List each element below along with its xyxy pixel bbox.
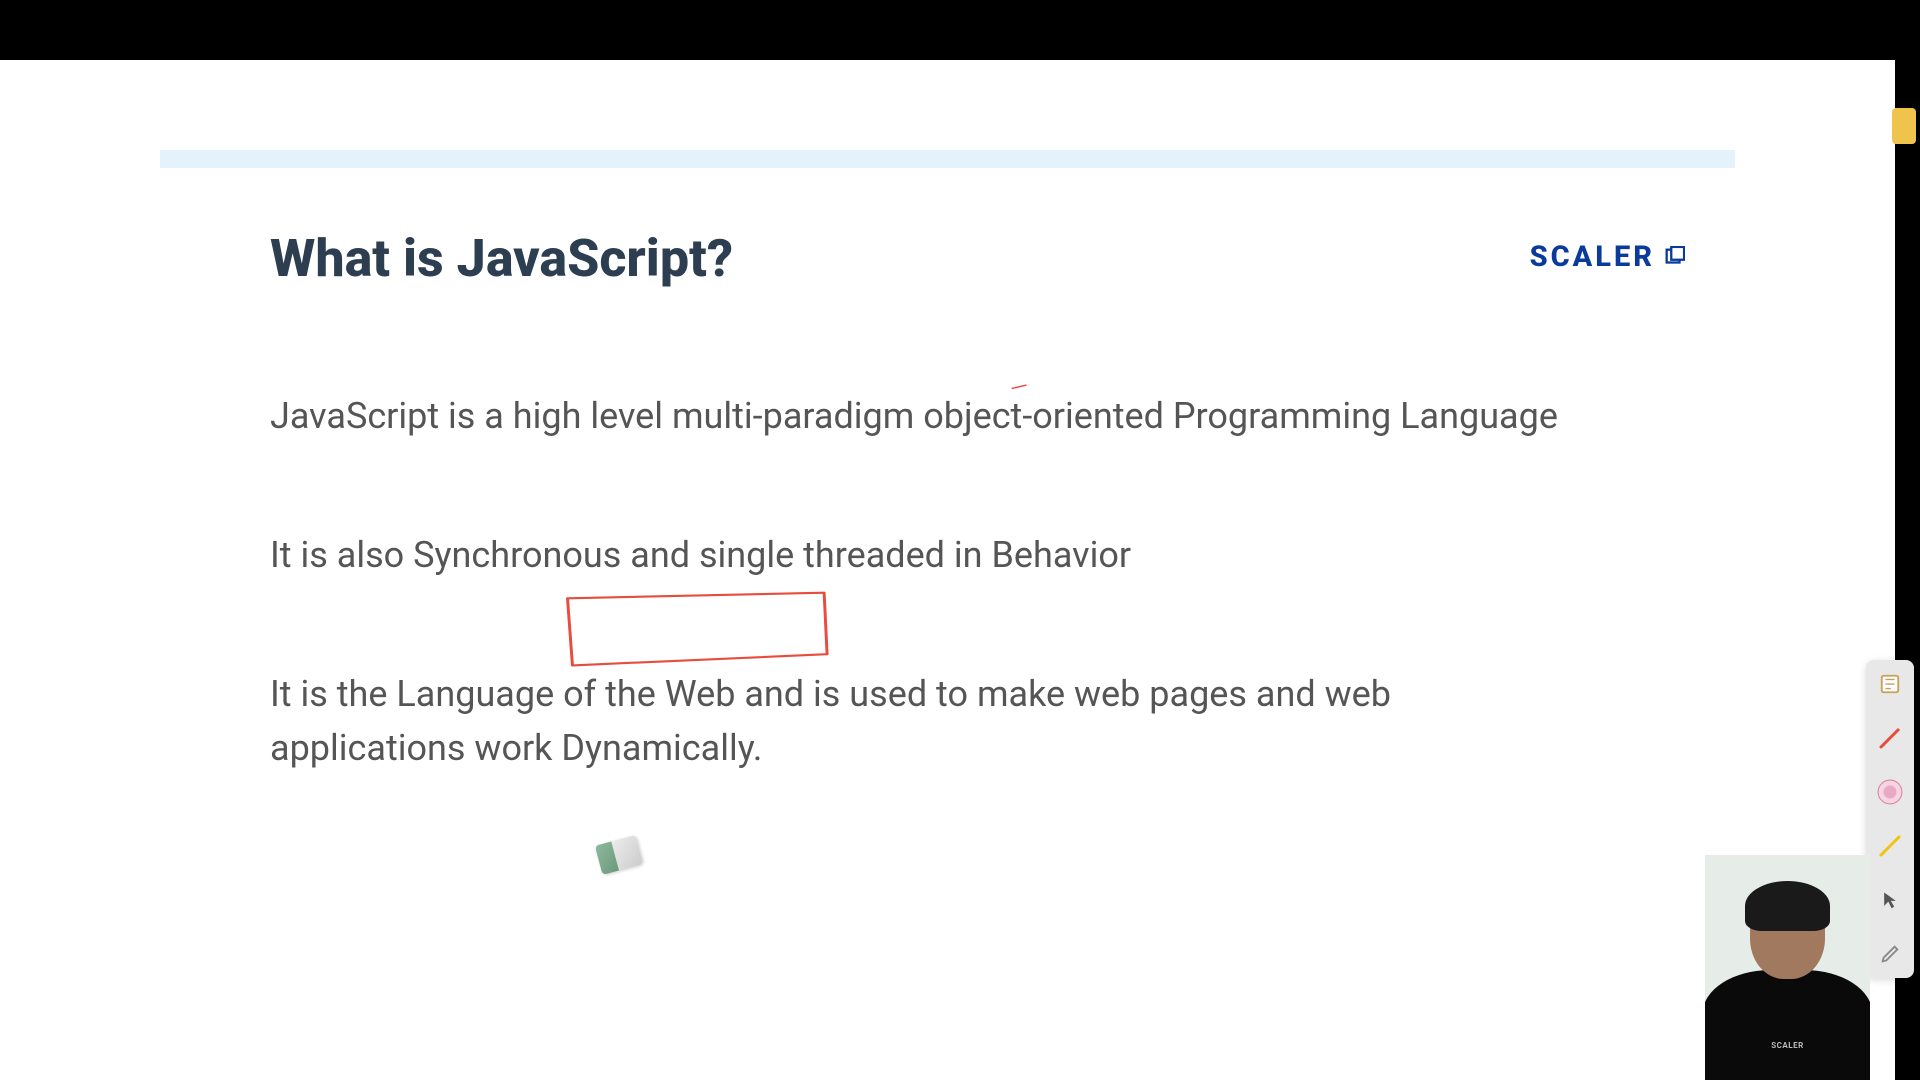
slide: SCALER What is JavaScript? JavaScript is…	[0, 60, 1895, 815]
slide-paragraph-2: It is also Synchronous and single thread…	[160, 528, 1735, 582]
yellow-pen-tool-button[interactable]	[1874, 830, 1906, 862]
brand-name: SCALER	[1530, 240, 1655, 274]
presenter-webcam: SCALER	[1705, 855, 1870, 1080]
slide-paragraph-1: JavaScript is a high level multi-paradig…	[160, 389, 1735, 443]
cursor-tool-button[interactable]	[1874, 884, 1906, 916]
pencil-tool-button[interactable]	[1874, 938, 1906, 970]
eraser-cursor-icon	[595, 835, 643, 875]
toolbar-collapse-button[interactable]	[1892, 108, 1916, 144]
accent-bar	[160, 150, 1735, 168]
slide-title: What is JavaScript?	[160, 228, 1735, 289]
eraser-tool-button[interactable]	[1874, 776, 1906, 808]
brand-icon	[1663, 246, 1685, 268]
select-tool-button[interactable]	[1874, 668, 1906, 700]
red-pen-tool-button[interactable]	[1874, 722, 1906, 754]
annotation-toolbar	[1866, 660, 1914, 978]
presentation-viewport: SCALER What is JavaScript? JavaScript is…	[0, 60, 1895, 1080]
brand-logo: SCALER	[1530, 240, 1685, 274]
presenter-silhouette: SCALER	[1705, 889, 1870, 1080]
webcam-badge: SCALER	[1771, 1041, 1804, 1050]
slide-paragraph-3: It is the Language of the Web and is use…	[160, 667, 1735, 775]
